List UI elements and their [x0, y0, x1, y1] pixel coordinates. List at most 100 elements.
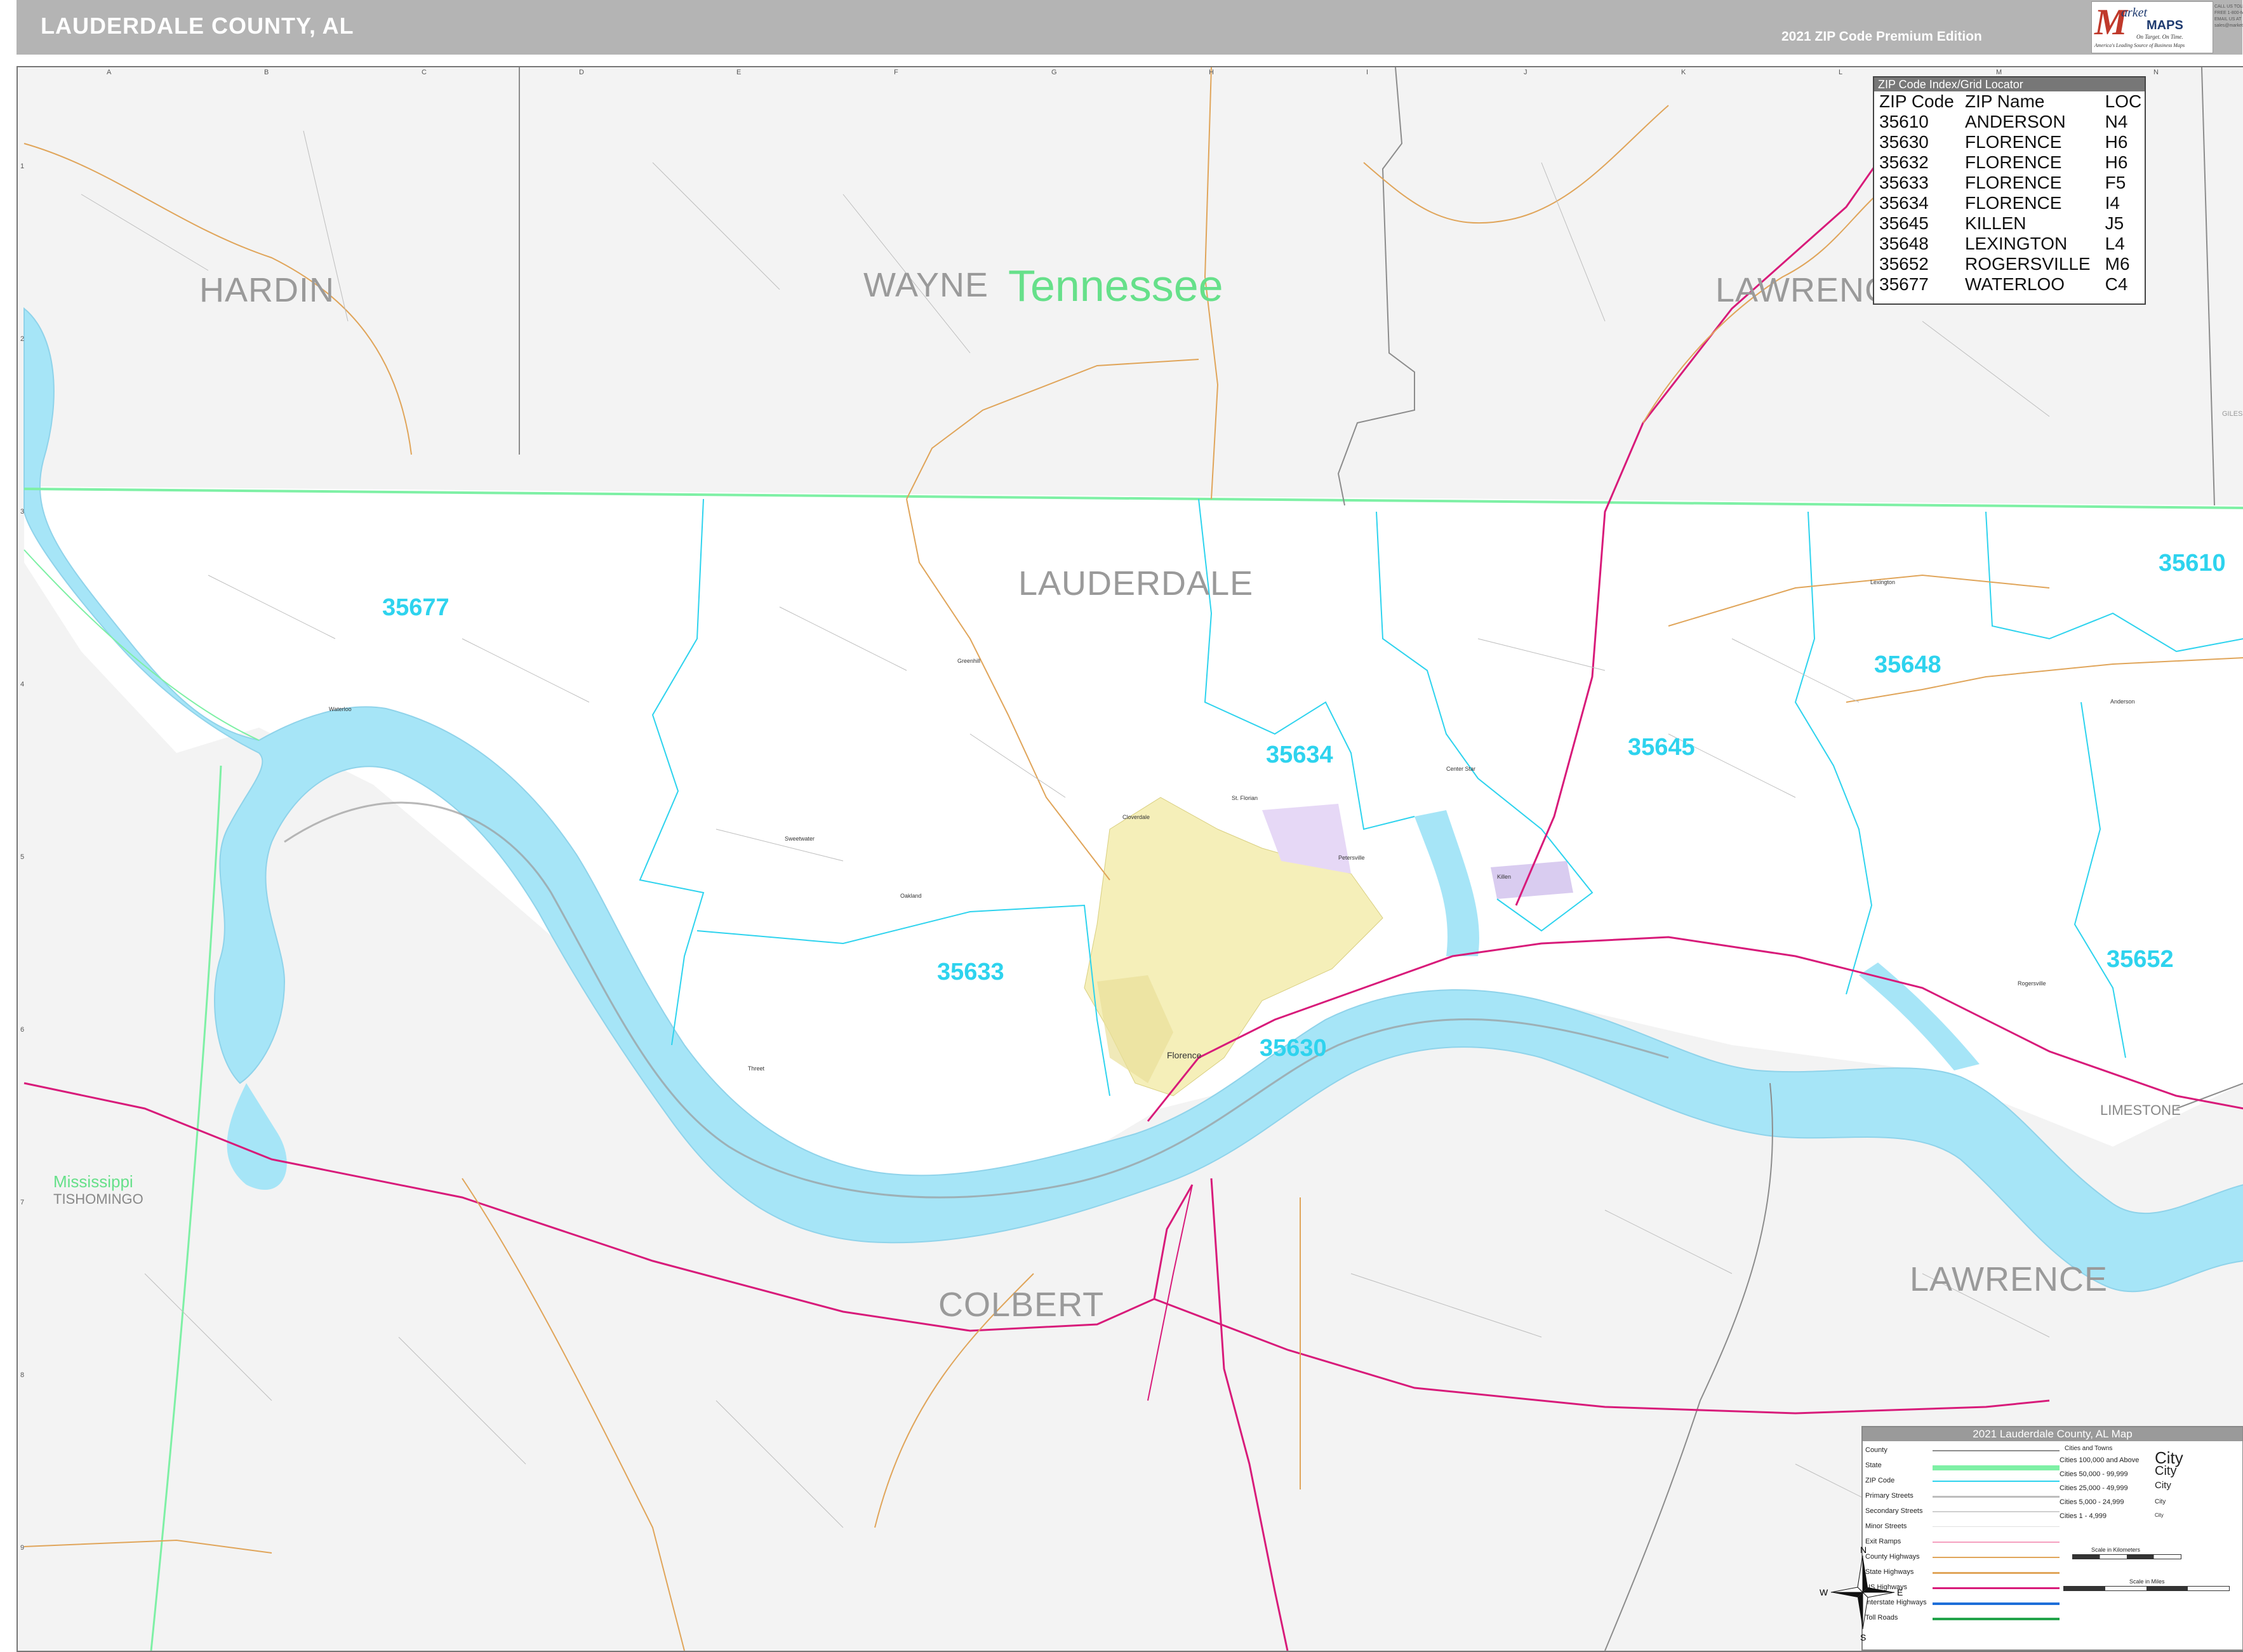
legend-item-line	[1933, 1542, 2060, 1543]
zip-label-35634: 35634	[1266, 742, 1333, 768]
us-highway-72-east-colbert	[1154, 1298, 2050, 1415]
zip-index-loc: L4	[2105, 234, 2125, 253]
town-label-greenhill: Greenhill	[957, 658, 981, 664]
legend-city-class: Cities 100,000 and Above	[2060, 1456, 2140, 1464]
contact-info: CALL US TOLL FREE 1-800-MAPS EMAIL US AT…	[2214, 4, 2243, 28]
legend-item-line	[1933, 1618, 2060, 1620]
town-label-threet: Threet	[748, 1065, 765, 1072]
legend-item-label: County	[1865, 1446, 1887, 1454]
grid-row-label: 7	[20, 1199, 25, 1206]
grid-column-label: H	[1209, 69, 1214, 76]
grid-column-label: E	[736, 69, 742, 76]
legend-item-label: Secondary Streets	[1865, 1507, 1923, 1515]
zip-index-row: 35630 FLORENCE H6	[1874, 132, 2145, 152]
legend-item-line	[1933, 1557, 2060, 1558]
zip-index-name: FLORENCE	[1964, 173, 2062, 192]
zip-index-zip: 35632	[1879, 152, 1929, 172]
map-legend: 2021 Lauderdale County, AL Map Cities an…	[1820, 1426, 2243, 1651]
zip-index-name: ANDERSON	[1964, 112, 2066, 131]
grid-column-label: G	[1051, 69, 1057, 76]
zip-index-name: FLORENCE	[1964, 132, 2062, 152]
grid-column-label: M	[1996, 69, 2002, 76]
grid-column-label: C	[422, 69, 427, 76]
zip-index-name: WATERLOO	[1964, 274, 2065, 294]
compass-rose-icon: N S E W	[1820, 1545, 1903, 1642]
legend-title: 2021 Lauderdale County, AL Map	[1863, 1427, 2242, 1441]
us-highway-43-south	[1210, 1178, 1289, 1651]
zip-index-loc: I4	[2105, 193, 2120, 213]
county-highway-8	[462, 1178, 685, 1651]
county-line-wayne-lawrence	[1337, 67, 1415, 506]
grid-column-label: A	[107, 69, 112, 76]
legend-item-label: State	[1865, 1462, 1882, 1469]
town-label-sweetwater: Sweetwater	[785, 836, 815, 842]
town-label-lexington: Lexington	[1870, 579, 1896, 585]
county-highway-9	[23, 1539, 272, 1554]
legend-item-line	[1933, 1526, 2060, 1527]
county-label-limestone: LIMESTONE	[2100, 1102, 2181, 1118]
county-label-lawrence-al: LAWRENCE	[1910, 1260, 2108, 1298]
zip-index-header-row: ZIP Code ZIP Name LOC	[1874, 91, 2145, 112]
zip-index-zip: 35645	[1879, 213, 1929, 233]
zip-index-loc: C4	[2105, 274, 2128, 294]
zip-index-zip: 35633	[1879, 173, 1929, 192]
grid-row-label: 8	[20, 1371, 25, 1379]
zip-index-zip: 35634	[1879, 193, 1929, 213]
grid-column-label: D	[579, 69, 584, 76]
county-line-lawrence-giles	[2201, 67, 2215, 506]
legend-city-class: Cities 50,000 - 99,999	[2060, 1470, 2128, 1478]
zip-label-35633: 35633	[937, 959, 1004, 985]
state-label-tennessee: Tennessee	[1008, 261, 1223, 310]
grid-column-label: I	[1366, 69, 1369, 76]
town-label-waterloo: Waterloo	[329, 706, 352, 712]
zip-index-zip: 35610	[1879, 112, 1929, 131]
legend-item-line	[1933, 1496, 2060, 1498]
town-label-rogersville: Rogersville	[2018, 980, 2046, 987]
county-label-lauderdale: LAUDERDALE	[1018, 564, 1254, 603]
county-highway-4	[906, 359, 1199, 500]
county-label-giles: GILES	[2222, 410, 2243, 418]
state-label-mississippi: Mississippi	[53, 1172, 133, 1191]
legend-city-mark: City	[2155, 1464, 2177, 1478]
legend-item-label: Primary Streets	[1865, 1492, 1914, 1500]
map-title: LAUDERDALE COUNTY, AL	[41, 13, 354, 39]
zip-index-row: 35677 WATERLOO C4	[1874, 274, 2145, 295]
zip-index-name: FLORENCE	[1964, 193, 2062, 213]
legend-scale-bar-km	[2072, 1554, 2181, 1559]
logo-subtagline: America's Leading Source of Business Map…	[2094, 43, 2185, 48]
grid-column-label: J	[1524, 69, 1528, 76]
town-label-center-star: Center Star	[1446, 766, 1476, 772]
zip-index-header-name: ZIP Name	[1964, 91, 2045, 111]
legend-item-line	[1933, 1587, 2060, 1589]
legend-city-mark: City	[2155, 1479, 2171, 1491]
zip-label-35630: 35630	[1260, 1035, 1327, 1062]
legend-item-line	[1933, 1511, 2060, 1512]
town-label-killen: Killen	[1497, 874, 1512, 880]
zip-index-row: 35632 FLORENCE H6	[1874, 152, 2145, 173]
town-label-cloverdale: Cloverdale	[1122, 814, 1150, 820]
zip-index-row: 35610 ANDERSON N4	[1874, 112, 2145, 132]
zip-index-table: ZIP Code ZIP Name LOC 35610 ANDERSON N4 356…	[1874, 91, 2145, 295]
grid-column-label: L	[1839, 69, 1843, 76]
zip-index-zip: 35630	[1879, 132, 1929, 152]
edition-label: 2021 ZIP Code Premium Edition	[1781, 29, 1982, 44]
legend-item-label: ZIP Code	[1865, 1477, 1895, 1484]
western-lake	[227, 1083, 287, 1190]
grid-column-label: K	[1681, 69, 1686, 76]
market-maps-logo[interactable]: M arket MAPS On Target. On Time. America…	[2091, 1, 2213, 53]
zip-index-name: FLORENCE	[1964, 152, 2062, 172]
grid-row-label: 2	[20, 335, 25, 343]
zip-index-title: ZIP Code Index/Grid Locator	[1874, 77, 2145, 91]
legend-city-mark: City	[2155, 1512, 2164, 1518]
zip-index-loc: H6	[2105, 132, 2128, 152]
legend-scale-bar-mi	[2063, 1586, 2230, 1591]
town-label-oakland: Oakland	[900, 893, 922, 899]
grid-column-label: B	[264, 69, 269, 76]
compass-n: N	[1860, 1545, 1867, 1555]
state-line-ms-al	[150, 765, 222, 1651]
legend-scale-mi: Scale in Miles	[2129, 1578, 2165, 1585]
zip-index-name: LEXINGTON	[1964, 234, 2068, 253]
zip-index-name: KILLEN	[1964, 213, 2027, 233]
county-label-wayne: WAYNE	[863, 266, 989, 304]
grid-row-label: 9	[20, 1544, 25, 1552]
